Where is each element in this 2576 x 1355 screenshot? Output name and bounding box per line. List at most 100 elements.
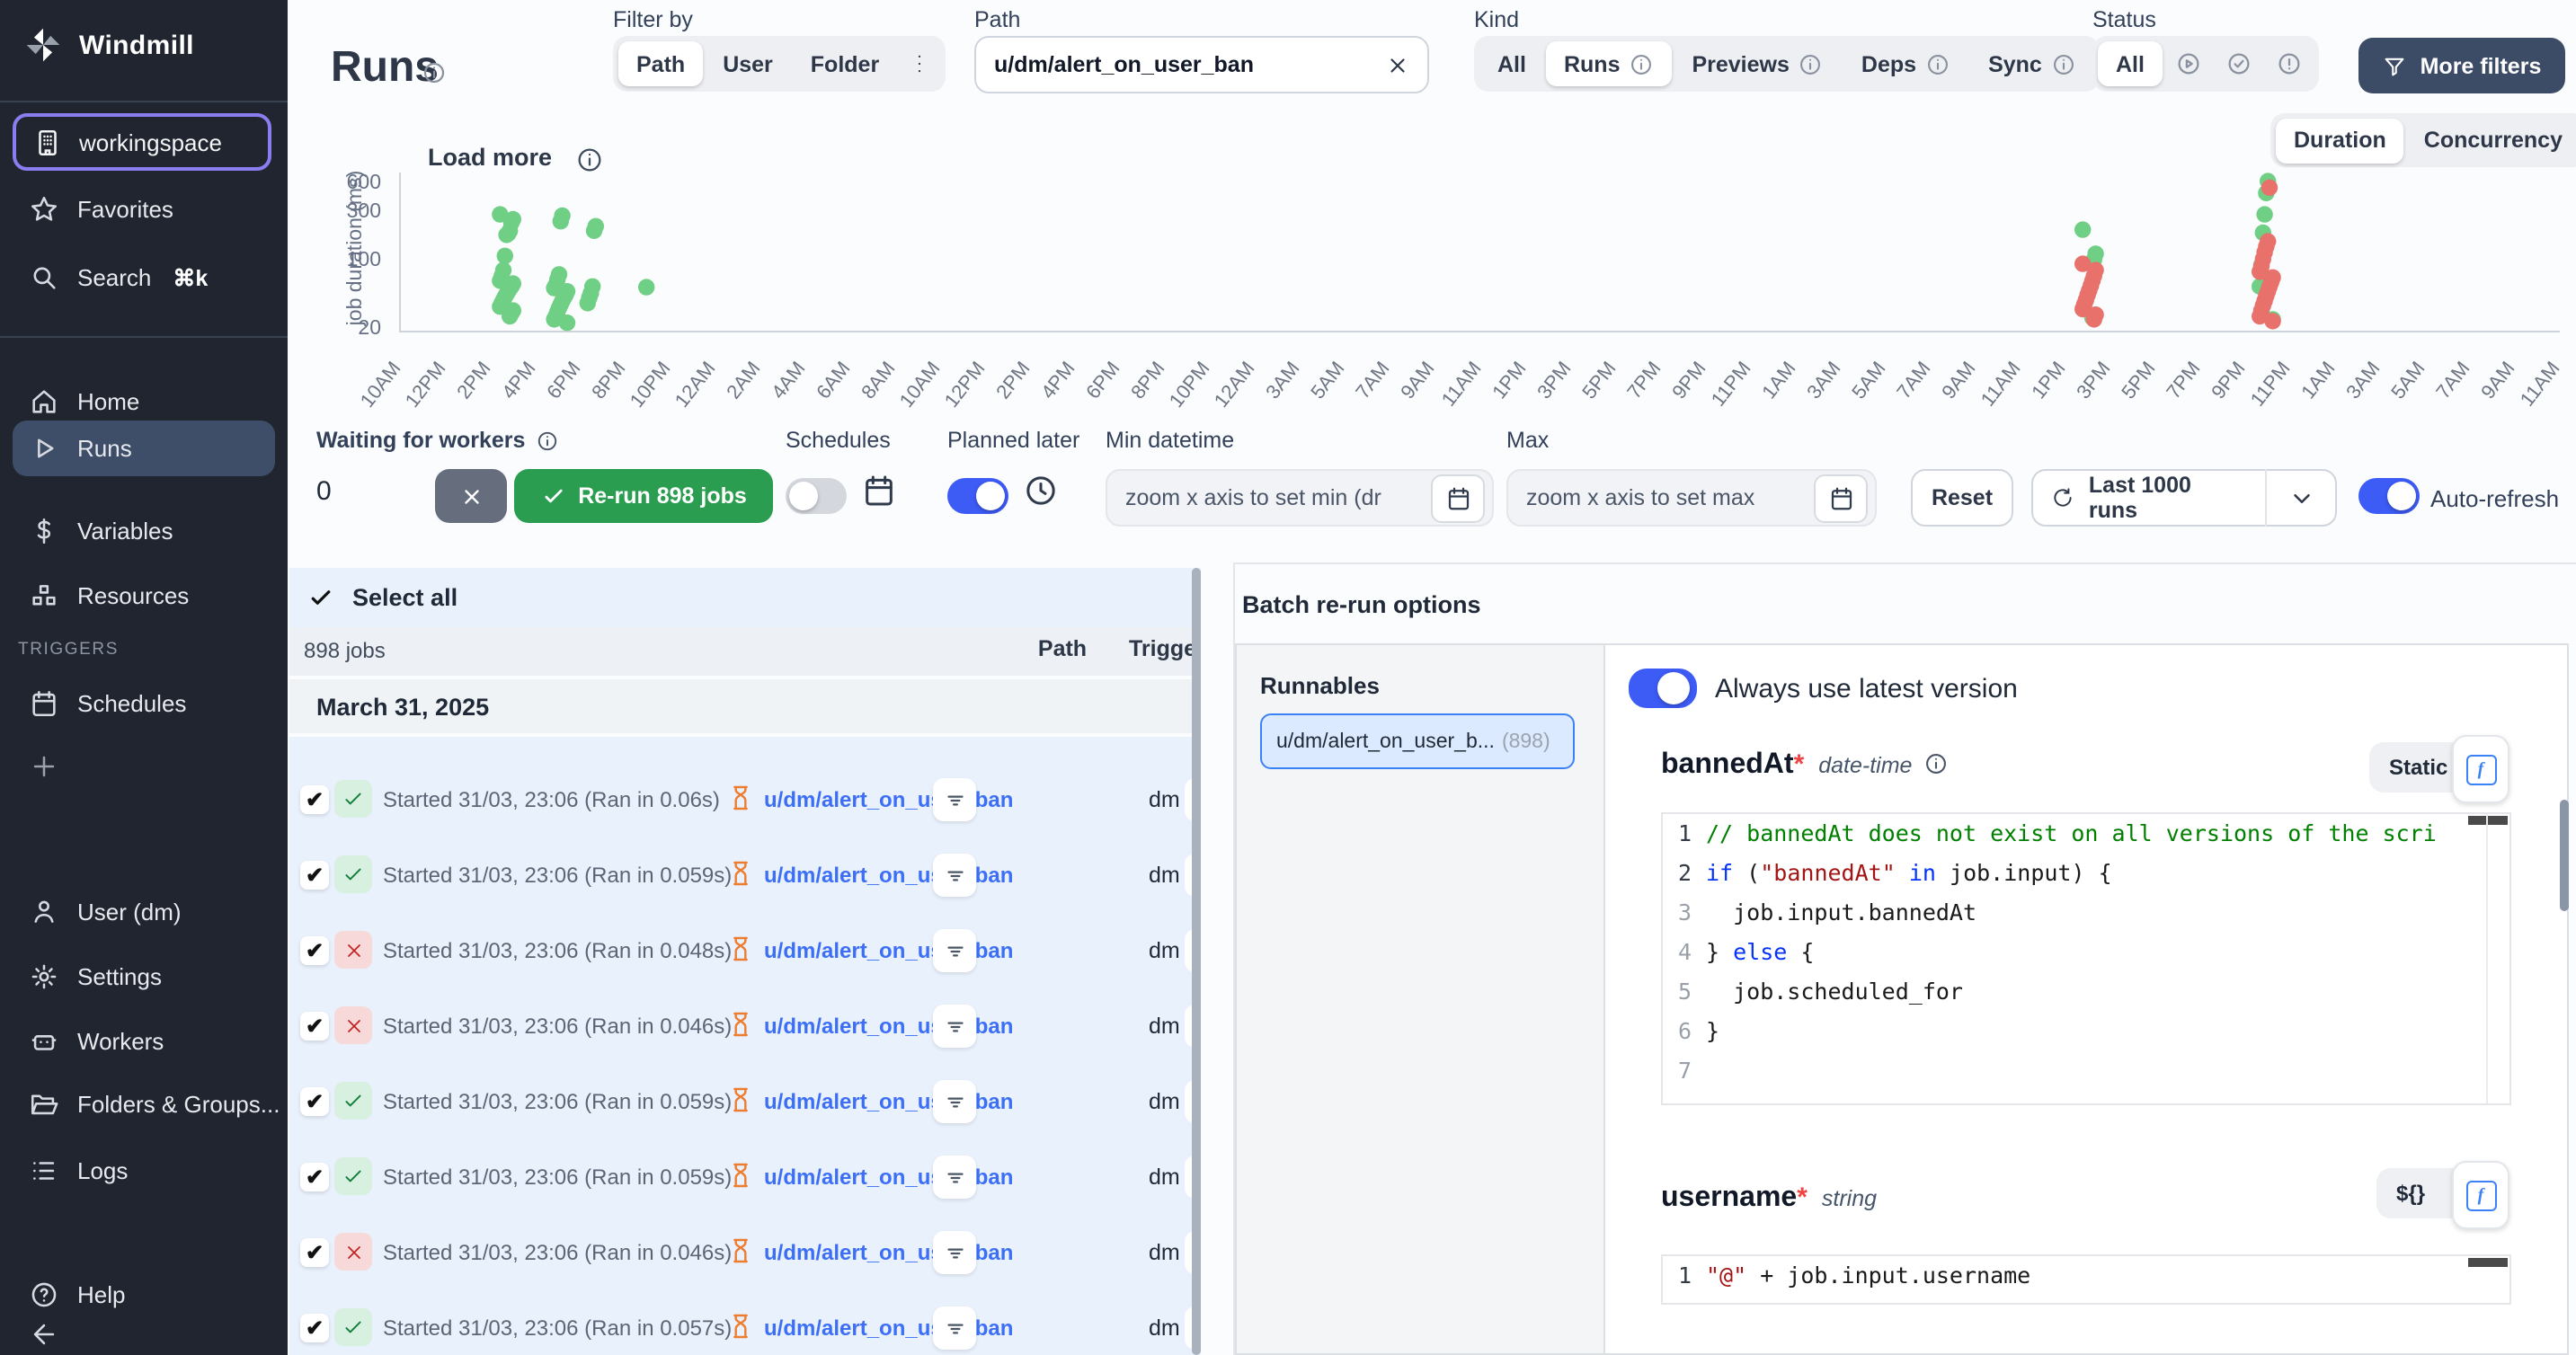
code-line: 4} else { — [1663, 938, 1814, 978]
auto-refresh-toggle[interactable] — [2358, 478, 2420, 514]
status-option-play-circle-icon[interactable] — [2164, 41, 2213, 86]
table-row[interactable]: ✔ Started 31/03, 23:06 (Ran in 0.06s) u/… — [289, 775, 1201, 825]
row-filter-button[interactable] — [933, 1231, 976, 1274]
row-filter-button[interactable] — [933, 1306, 976, 1350]
filter-by-more-button[interactable] — [899, 41, 940, 86]
job-dot-success[interactable] — [498, 226, 514, 243]
path-filter-input[interactable]: u/dm/alert_on_user_ban — [974, 36, 1429, 93]
table-row[interactable]: ✔ Started 31/03, 23:06 (Ran in 0.059s) u… — [289, 1152, 1201, 1202]
latest-version-toggle[interactable] — [1629, 669, 1697, 708]
calendar-icon[interactable] — [1431, 474, 1485, 522]
row-filter-button[interactable] — [933, 1156, 976, 1199]
panel-scrollbar[interactable] — [2560, 800, 2569, 911]
kind-option-runs[interactable]: Runs — [1546, 41, 1673, 86]
status-segmented: All — [2092, 36, 2319, 92]
cancel-selection-button[interactable] — [435, 469, 507, 523]
sidebar-item-favorites[interactable]: Favorites — [13, 183, 275, 234]
job-dot-failure[interactable] — [2086, 311, 2102, 327]
table-row[interactable]: ✔ Started 31/03, 23:06 (Ran in 0.048s) u… — [289, 925, 1201, 976]
row-checkbox[interactable]: ✔ — [300, 1314, 329, 1342]
view-option-duration[interactable]: Duration — [2276, 118, 2404, 163]
status-option-alert-circle-icon[interactable] — [2265, 41, 2314, 86]
job-dot-success[interactable] — [638, 279, 654, 295]
min-datetime-input[interactable]: zoom x axis to set min (dr — [1106, 469, 1494, 527]
kind-option-sync[interactable]: Sync — [1970, 41, 2094, 86]
view-option-concurrency[interactable]: Concurrency — [2406, 118, 2576, 163]
scatter-plot[interactable] — [401, 158, 2560, 332]
row-checkbox[interactable]: ✔ — [300, 785, 329, 814]
row-filter-button[interactable] — [933, 778, 976, 821]
info-icon[interactable] — [421, 59, 448, 86]
clear-path-icon[interactable] — [1386, 53, 1409, 76]
job-dot-success[interactable] — [580, 295, 596, 311]
filter-by-option-folder[interactable]: Folder — [793, 41, 897, 86]
table-row[interactable]: ✔ Started 31/03, 23:06 (Ran in 0.059s) u… — [289, 1076, 1201, 1127]
row-filter-button[interactable] — [933, 1005, 976, 1048]
job-dot-failure[interactable] — [2264, 313, 2280, 329]
job-dot-success[interactable] — [586, 223, 602, 239]
job-dot-success[interactable] — [2074, 221, 2091, 237]
row-checkbox[interactable]: ✔ — [300, 1238, 329, 1267]
row-filter-button[interactable] — [933, 929, 976, 972]
sidebar-item-variables[interactable]: Variables — [13, 505, 275, 555]
workspace-selector[interactable]: workingspace — [13, 113, 271, 171]
select-all-bar[interactable]: Select all — [289, 568, 1201, 627]
table-scrollbar[interactable] — [1192, 568, 1201, 1355]
trigger-column-header: Trigger — [1129, 636, 1201, 661]
runnable-item[interactable]: u/dm/alert_on_user_b... (898) — [1260, 713, 1575, 769]
sidebar-item-settings[interactable]: Settings — [13, 951, 275, 1001]
sidebar-item-resources[interactable]: Resources — [13, 570, 275, 620]
status-option-check-circle-icon[interactable] — [2215, 41, 2263, 86]
javascript-mode-button[interactable]: f — [2452, 735, 2509, 803]
calendar-icon[interactable] — [1814, 474, 1868, 522]
job-dot-success[interactable] — [559, 314, 575, 331]
row-checkbox[interactable]: ✔ — [300, 1087, 329, 1116]
bannedat-code-editor[interactable]: 1// bannedAt does not exist on all versi… — [1661, 812, 2511, 1105]
sidebar-item-logs[interactable]: Logs — [13, 1145, 275, 1195]
row-checkbox[interactable]: ✔ — [300, 1163, 329, 1191]
table-row[interactable]: ✔ Started 31/03, 23:06 (Ran in 0.046s) u… — [289, 1001, 1201, 1051]
status-option-all[interactable]: All — [2098, 41, 2163, 86]
table-row[interactable]: ✔ Started 31/03, 23:06 (Ran in 0.046s) u… — [289, 1227, 1201, 1278]
filter-by-option-path[interactable]: Path — [618, 41, 703, 86]
job-dot-success[interactable] — [553, 213, 569, 229]
runs-limit-expand[interactable] — [2265, 469, 2335, 527]
rerun-jobs-button[interactable]: Re-run 898 jobs — [514, 469, 773, 523]
info-icon[interactable] — [536, 429, 559, 452]
kind-option-deps[interactable]: Deps — [1843, 41, 1968, 86]
gear-icon — [29, 961, 59, 991]
reset-button[interactable]: Reset — [1911, 469, 2013, 527]
more-filters-button[interactable]: More filters — [2358, 38, 2565, 93]
sidebar-item-search[interactable]: Search⌘k — [13, 252, 275, 302]
max-datetime-input[interactable]: zoom x axis to set max — [1506, 469, 1877, 527]
kind-option-all[interactable]: All — [1479, 41, 1544, 86]
sidebar-item-user[interactable]: User (dm) — [13, 886, 275, 936]
job-dot-success[interactable] — [502, 308, 518, 324]
row-checkbox[interactable]: ✔ — [300, 861, 329, 890]
add-trigger-button[interactable] — [13, 740, 84, 791]
planned-later-toggle[interactable] — [947, 478, 1008, 514]
javascript-mode-button[interactable]: f — [2452, 1161, 2509, 1229]
info-icon[interactable] — [1923, 751, 1948, 776]
job-dot-failure[interactable] — [2261, 180, 2278, 196]
sidebar-item-folders[interactable]: Folders & Groups... — [13, 1078, 275, 1129]
username-code-editor[interactable]: 1"@" + job.input.username — [1661, 1254, 2511, 1305]
runs-limit-dropdown[interactable]: Last 1000 runs — [2031, 469, 2337, 527]
app-logo[interactable]: Windmill — [23, 25, 194, 65]
sidebar-item-runs[interactable]: Runs — [13, 421, 275, 476]
filter-by-option-user[interactable]: User — [705, 41, 791, 86]
kind-option-previews[interactable]: Previews — [1674, 41, 1841, 86]
sidebar-item-workers[interactable]: Workers — [13, 1015, 275, 1066]
row-filter-button[interactable] — [933, 1080, 976, 1123]
sidebar-item-schedules[interactable]: Schedules — [13, 678, 275, 728]
sidebar-item-home[interactable]: Home — [13, 376, 275, 426]
table-row[interactable]: ✔ Started 31/03, 23:06 (Ran in 0.057s) u… — [289, 1303, 1201, 1353]
row-filter-button[interactable] — [933, 854, 976, 897]
job-dot-success[interactable] — [2256, 206, 2272, 222]
schedules-toggle[interactable] — [786, 478, 847, 514]
collapse-sidebar-button[interactable] — [13, 1308, 84, 1355]
row-checkbox[interactable]: ✔ — [300, 936, 329, 965]
job-dot-success[interactable] — [497, 248, 513, 264]
row-checkbox[interactable]: ✔ — [300, 1012, 329, 1041]
table-row[interactable]: ✔ Started 31/03, 23:06 (Ran in 0.059s) u… — [289, 850, 1201, 900]
